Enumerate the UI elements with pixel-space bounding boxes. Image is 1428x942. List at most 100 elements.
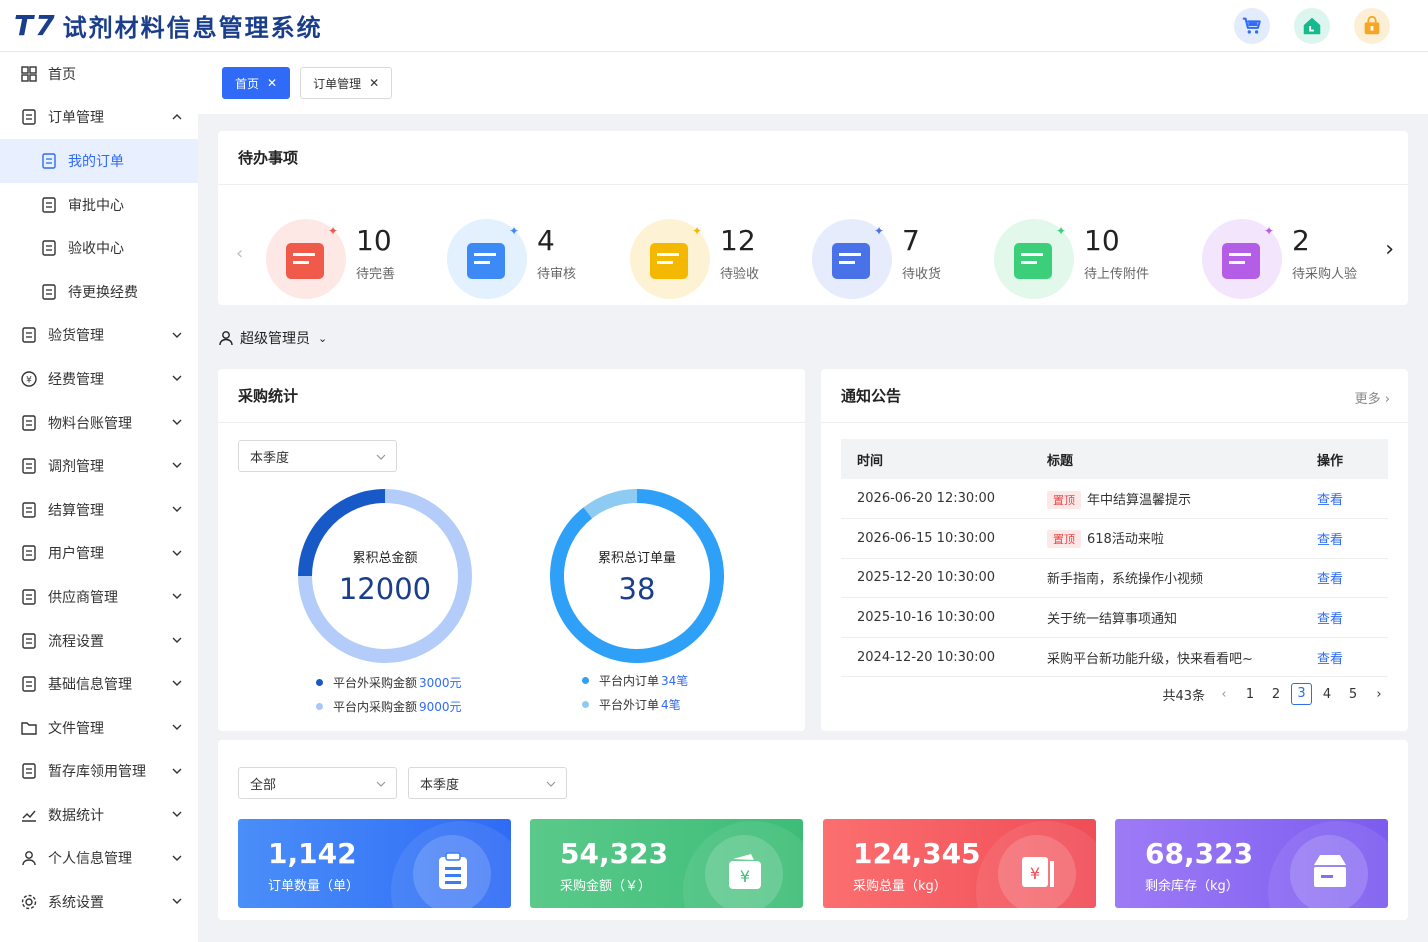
page-2[interactable]: 2 <box>1263 687 1289 702</box>
next-arrow-icon[interactable]: › <box>1385 237 1394 262</box>
sidebar-item-5[interactable]: 待更换经费 <box>0 270 198 314</box>
person-icon <box>20 849 38 867</box>
legend-label: 平台外采购金额 <box>333 676 418 690</box>
stat-amount[interactable]: ¥ 54,323 采购金额（￥） <box>530 819 803 908</box>
legend-item: 平台外采购金额 3000元 <box>316 674 462 691</box>
sidebar-item-3[interactable]: 审批中心 <box>0 183 198 227</box>
tab-home[interactable]: 首页 ✕ <box>222 67 291 99</box>
wallet-icon: ¥ <box>729 854 761 889</box>
close-icon[interactable]: ✕ <box>369 76 379 90</box>
more-link[interactable]: 更多 › <box>1355 388 1390 407</box>
todo-item-4[interactable]: ✦ 10 待上传附件 <box>994 219 1149 299</box>
todo-label: 待收货 <box>902 266 942 282</box>
sidebar-item-0[interactable]: 首页 <box>0 52 198 96</box>
sidebar-item-19[interactable]: 系统设置 <box>0 880 198 924</box>
pinned-badge: 置顶 <box>1047 490 1081 509</box>
tab-label: 订单管理 <box>313 76 362 91</box>
sidebar-item-14[interactable]: 基础信息管理 <box>0 662 198 706</box>
chevron-down-icon <box>546 781 556 787</box>
svg-text:✦: ✦ <box>509 224 519 238</box>
chevron-down-icon <box>172 724 182 730</box>
todo-item-1[interactable]: ✦ 4 待审核 <box>447 219 576 299</box>
chevron-down-icon <box>172 680 182 687</box>
sidebar-item-label: 验货管理 <box>48 328 104 345</box>
storage-icon <box>20 762 38 780</box>
close-icon[interactable]: ✕ <box>267 76 277 90</box>
sidebar-item-9[interactable]: 调剂管理 <box>0 444 198 488</box>
sidebar-item-6[interactable]: 验货管理 <box>0 314 198 358</box>
svg-text:¥: ¥ <box>26 375 32 385</box>
table-row: 2026-06-20 12:30:00 置顶 年中结算温馨提示 查看 <box>841 479 1388 520</box>
cart-icon[interactable] <box>1234 8 1270 44</box>
todo-item-5[interactable]: ✦ 2 待采购人验 <box>1202 219 1357 299</box>
row-title[interactable]: 关于统一结算事项通知 <box>1047 612 1177 627</box>
row-time: 2025-12-20 10:30:00 <box>841 558 1031 599</box>
sidebar-item-12[interactable]: 供应商管理 <box>0 575 198 619</box>
todo-count: 7 <box>902 223 920 257</box>
page-3-current[interactable]: 3 <box>1291 683 1312 705</box>
pager-next-icon[interactable]: › <box>1366 687 1392 702</box>
stat-label: 采购金额（￥） <box>560 879 652 894</box>
app-logo[interactable]: T7 试剂材料信息管理系统 <box>14 8 323 43</box>
page-5[interactable]: 5 <box>1340 687 1366 702</box>
role-label: 超级管理员 <box>240 331 310 347</box>
view-link[interactable]: 查看 <box>1317 652 1343 667</box>
prev-arrow-icon[interactable]: ‹ <box>236 243 243 264</box>
sidebar-item-13[interactable]: 流程设置 <box>0 619 198 663</box>
sidebar-item-8[interactable]: 物料台账管理 <box>0 401 198 445</box>
sidebar-item-7[interactable]: ¥ 经费管理 <box>0 357 198 401</box>
chevron-down-icon <box>172 593 182 600</box>
pager-prev-icon[interactable]: ‹ <box>1211 687 1237 702</box>
sidebar-item-label: 系统设置 <box>48 895 104 912</box>
todo-count: 10 <box>356 223 392 257</box>
sidebar-item-11[interactable]: 用户管理 <box>0 532 198 576</box>
row-title[interactable]: 年中结算温馨提示 <box>1087 493 1191 508</box>
todo-count: 2 <box>1292 223 1310 257</box>
stat-stock[interactable]: 68,323 剩余库存（kg） <box>1115 819 1388 908</box>
stat-value: 54,323 <box>560 837 669 870</box>
sidebar-item-10[interactable]: 结算管理 <box>0 488 198 532</box>
row-title[interactable]: 新手指南，系统操作小视频 <box>1047 572 1203 587</box>
todo-title: 待办事项 <box>218 131 1408 185</box>
row-title[interactable]: 采购平台新功能升级，快来看看吧~ <box>1047 652 1253 667</box>
view-link[interactable]: 查看 <box>1317 572 1343 587</box>
sidebar-item-16[interactable]: 暂存库领用管理 <box>0 750 198 794</box>
todo-item-3[interactable]: ✦ 7 待收货 <box>812 219 941 299</box>
period-select[interactable]: 本季度 <box>238 440 397 472</box>
stat-orders[interactable]: 1,142 订单数量（单） <box>238 819 511 908</box>
view-link[interactable]: 查看 <box>1317 533 1343 548</box>
sidebar-item-4[interactable]: 验收中心 <box>0 226 198 270</box>
todo-item-0[interactable]: ✦ 10 待完善 <box>266 219 395 299</box>
sidebar-item-18[interactable]: 个人信息管理 <box>0 837 198 881</box>
view-link[interactable]: 查看 <box>1317 612 1343 627</box>
svg-text:✦: ✦ <box>874 224 884 238</box>
tab-order-management[interactable]: 订单管理 ✕ <box>300 67 393 99</box>
page-4[interactable]: 4 <box>1314 687 1340 702</box>
chevron-down-icon <box>172 637 182 643</box>
sidebar-item-2[interactable]: 我的订单 <box>0 139 198 183</box>
page-1[interactable]: 1 <box>1237 687 1263 702</box>
sidebar-item-label: 审批中心 <box>68 197 124 214</box>
yen-icon: ¥ <box>20 370 38 388</box>
sidebar-item-15[interactable]: 文件管理 <box>0 706 198 750</box>
todo-icon: ✦ <box>994 219 1074 299</box>
svg-text:✦: ✦ <box>1264 224 1274 238</box>
todo-label: 待审核 <box>537 266 577 282</box>
chevron-down-icon <box>172 419 182 425</box>
sidebar-item-1[interactable]: 订单管理 <box>0 96 198 140</box>
category-select[interactable]: 全部 <box>238 767 397 799</box>
view-link[interactable]: 查看 <box>1317 493 1343 508</box>
todo-item-2[interactable]: ✦ 12 待验收 <box>630 219 759 299</box>
svg-text:✦: ✦ <box>692 224 702 238</box>
col-title: 标题 <box>1031 439 1301 479</box>
home-icon[interactable] <box>1294 8 1330 44</box>
stats-period-value: 本季度 <box>420 777 460 793</box>
legend-value: 4笔 <box>661 698 681 712</box>
stat-quantity[interactable]: ¥ 124,345 采购总量（kg） <box>823 819 1096 908</box>
bag-icon[interactable] <box>1354 8 1390 44</box>
chevron-down-icon <box>376 454 386 460</box>
role-selector[interactable]: 超级管理员 ⌄ <box>218 328 327 348</box>
row-title[interactable]: 618活动来啦 <box>1087 532 1164 547</box>
stats-period-select[interactable]: 本季度 <box>408 767 567 799</box>
sidebar-item-17[interactable]: 数据统计 <box>0 793 198 837</box>
